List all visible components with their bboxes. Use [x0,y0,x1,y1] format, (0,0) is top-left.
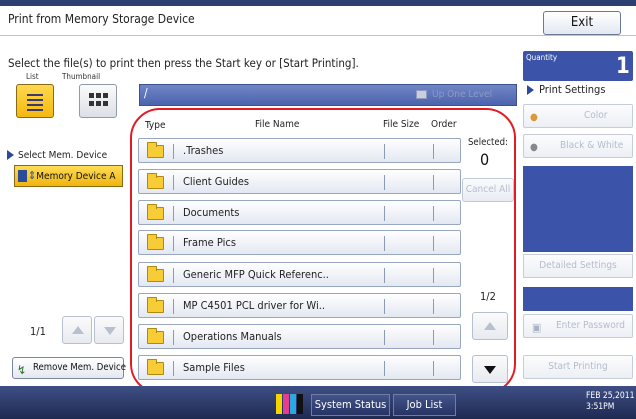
down-arrow-icon [104,327,116,335]
up-one-level-button[interactable]: Up One Level [408,84,517,106]
password-panel [523,287,633,311]
black-white-button[interactable]: ● Black & White [523,134,633,158]
detailed-settings-button[interactable]: Detailed Settings [523,254,633,278]
date-time: FEB 25,2011 3:51PM [586,391,635,413]
remove-mem-device-button[interactable]: ↯ Remove Mem. Device [12,357,126,379]
device-scroll-up-button[interactable] [62,316,92,344]
toner-icon [275,390,307,416]
thumbnail-view-button[interactable] [79,84,117,118]
system-status-button[interactable]: System Status [311,394,390,416]
up-arrow-icon [72,326,84,334]
remove-device-icon: ↯ [17,363,27,377]
list-view-button[interactable] [16,84,54,118]
list-icon [27,94,43,111]
bw-icon: ● [530,142,538,153]
up-one-level-label: Up One Level [432,89,493,100]
select-device-arrow-icon [7,150,14,160]
settings-panel [523,166,633,252]
color-label: Color [584,110,608,121]
window-title: Print from Memory Storage Device [8,12,195,26]
list-view-label: List [26,72,39,81]
color-icon: ● [530,112,538,123]
exit-button[interactable]: Exit [543,11,621,35]
password-icon: ▣ [532,321,542,334]
current-path: / [144,86,148,100]
print-settings-label: Print Settings [539,83,606,96]
folder-up-icon [416,90,427,99]
time: 3:51PM [586,402,615,412]
select-mem-device-label: Select Mem. Device [18,150,108,161]
bw-label: Black & White [560,140,624,151]
date: FEB 25,2011 [586,391,635,401]
print-settings-arrow-icon [527,85,534,95]
color-button[interactable]: ● Color [523,104,633,128]
device-scroll-down-button[interactable] [94,316,124,344]
password-label: Enter Password [556,320,625,331]
device-page-indicator: 1/1 [30,325,46,338]
highlight-outline [130,108,516,394]
job-list-button[interactable]: Job List [393,394,456,416]
instruction-text: Select the file(s) to print then press t… [8,56,359,70]
start-printing-button[interactable]: Start Printing [523,355,633,379]
memory-device-a-button[interactable]: ⇕Memory Device A [14,165,123,187]
thumbnail-grid-icon [89,93,108,106]
thumbnail-view-label: Thumbnail [62,72,101,81]
enter-password-button[interactable]: ▣ Enter Password [523,314,633,338]
quantity-label: Quantity [526,53,558,62]
remove-device-label: Remove Mem. Device [33,362,126,373]
quantity-value: 1 [616,54,630,79]
memory-card-icon [18,170,27,182]
memory-device-label: Memory Device A [36,171,116,182]
